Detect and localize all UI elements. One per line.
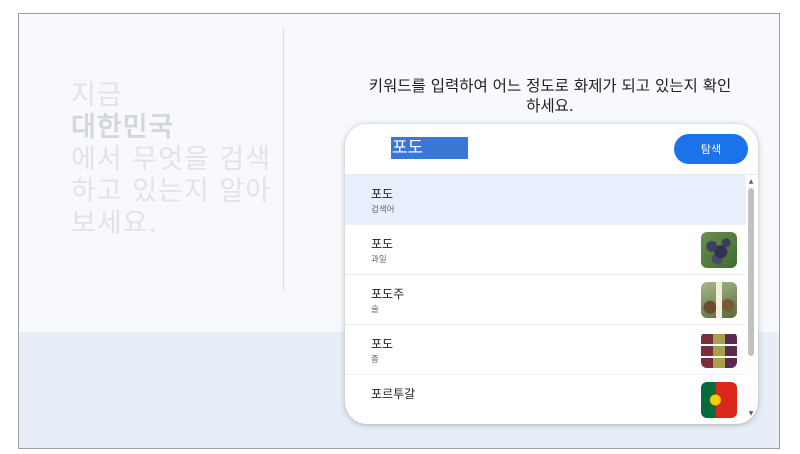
instruction-line-2: 하세요. xyxy=(526,97,574,115)
autocomplete-item-portugal[interactable]: 포르투갈 xyxy=(345,375,746,424)
scroll-up-arrow-icon[interactable]: ▲ xyxy=(747,178,755,186)
portugal-flag-thumbnail xyxy=(701,382,737,418)
results-scrollbar[interactable]: ▲ ▼ xyxy=(747,178,755,418)
search-input[interactable] xyxy=(391,137,468,159)
autocomplete-item-fruit[interactable]: 포도 과일 xyxy=(345,225,746,275)
autocomplete-item-subtitle: 종 xyxy=(371,355,379,365)
headline-line-3: 에서 무엇을 검색 xyxy=(71,144,272,175)
explore-button[interactable]: 탐색 xyxy=(674,134,748,164)
headline-line-now: 지금 xyxy=(71,80,123,111)
headline-line-4: 하고 있는지 알아 xyxy=(71,176,272,207)
autocomplete-item-title: 포르투갈 xyxy=(371,387,416,401)
headline-region: 대한민국 xyxy=(71,112,175,143)
autocomplete-item-species[interactable]: 포도 종 xyxy=(345,325,746,375)
autocomplete-item-subtitle: 술 xyxy=(371,305,379,315)
autocomplete-item-title: 포도주 xyxy=(371,287,405,301)
autocomplete-item-subtitle: 과일 xyxy=(371,255,387,265)
vertical-divider xyxy=(283,28,284,290)
instruction-text: 키워드를 입력하여 어느 정도로 화제가 되고 있는지 확인 하세요. xyxy=(337,76,763,116)
grape-varieties-thumbnail xyxy=(701,332,737,368)
autocomplete-item-title: 포도 xyxy=(371,337,394,351)
grapes-thumbnail xyxy=(701,232,737,268)
scrollbar-thumb[interactable] xyxy=(748,188,754,356)
autocomplete-item-search-term[interactable]: 포도 검색어 xyxy=(345,175,746,225)
autocomplete-item-title: 포도 xyxy=(371,237,394,251)
wine-thumbnail xyxy=(701,282,737,318)
autocomplete-item-wine[interactable]: 포도주 술 xyxy=(345,275,746,325)
page-frame: 지금 대한민국 에서 무엇을 검색 하고 있는지 알아 보세요. 키워드를 입력… xyxy=(18,13,780,449)
instruction-line-1: 키워드를 입력하여 어느 정도로 화제가 되고 있는지 확인 xyxy=(368,77,732,95)
autocomplete-item-title: 포도 xyxy=(371,187,394,201)
search-card: 탐색 포도 검색어 포도 과일 포도주 술 포도 종 xyxy=(345,124,758,424)
autocomplete-item-subtitle: 검색어 xyxy=(371,205,395,215)
headline-line-5: 보세요. xyxy=(71,208,159,239)
scroll-down-arrow-icon[interactable]: ▼ xyxy=(747,410,755,418)
autocomplete-list: 포도 검색어 포도 과일 포도주 술 포도 종 포르투갈 xyxy=(345,175,746,424)
headline: 지금 대한민국 에서 무엇을 검색 하고 있는지 알아 보세요. xyxy=(71,80,281,240)
search-bar: 탐색 xyxy=(345,124,758,175)
